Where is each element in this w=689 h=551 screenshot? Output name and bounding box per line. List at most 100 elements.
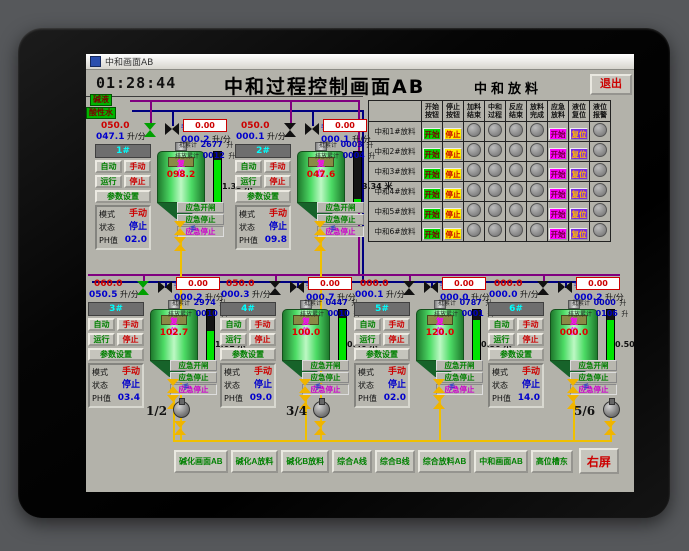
discharge-valve-icon[interactable] xyxy=(567,379,579,393)
row-reset-button[interactable]: 复位 xyxy=(570,228,588,240)
params-button[interactable]: 参数设置 xyxy=(488,348,544,361)
mode-value: 手动 xyxy=(268,209,287,219)
inlet-valve-icon[interactable] xyxy=(284,123,296,137)
inlet-valve-icon[interactable] xyxy=(137,281,149,295)
row-start-button[interactable]: 开始 xyxy=(423,148,441,160)
stop-button[interactable]: 停止 xyxy=(249,333,276,346)
flow-setpoint: 060.0 xyxy=(94,279,123,289)
nav-screen-button[interactable]: 综合B线 xyxy=(374,449,415,473)
row-emergency-button[interactable]: 开始 xyxy=(549,228,567,240)
auto-button[interactable]: 自动 xyxy=(88,318,115,331)
stop-button[interactable]: 停止 xyxy=(517,333,544,346)
discharge-valve-icon[interactable] xyxy=(174,221,186,235)
manual-button[interactable]: 手动 xyxy=(249,318,276,331)
stop-button[interactable]: 停止 xyxy=(264,175,291,188)
pump-pair-label: 1/2 xyxy=(146,404,168,418)
auto-button[interactable]: 自动 xyxy=(354,318,381,331)
nav-screen-button[interactable]: 碱化B放料 xyxy=(281,449,330,473)
nav-screen-button[interactable]: 高位槽东 xyxy=(530,449,573,473)
discharge-valve-icon[interactable] xyxy=(299,379,311,393)
discharge-valve-icon[interactable] xyxy=(167,379,179,393)
auto-button[interactable]: 自动 xyxy=(488,318,515,331)
run-button[interactable]: 运行 xyxy=(235,175,262,188)
nav-screen-button[interactable]: 综合放料AB xyxy=(417,449,472,473)
auto-button[interactable]: 自动 xyxy=(95,160,122,173)
emergency-open-button[interactable]: 应急开闸 xyxy=(317,202,364,213)
discharge-valve-icon[interactable] xyxy=(174,237,186,251)
feed-valve-icon[interactable] xyxy=(305,123,319,135)
row-stop-button[interactable]: 停止 xyxy=(444,228,462,240)
row-emergency-button[interactable]: 开始 xyxy=(549,148,567,160)
stop-button[interactable]: 停止 xyxy=(124,175,151,188)
manual-button[interactable]: 手动 xyxy=(124,160,151,173)
discharge-valve-icon[interactable] xyxy=(433,395,445,409)
row-stop-button[interactable]: 停止 xyxy=(444,208,462,220)
discharge-valve-icon[interactable] xyxy=(314,237,326,251)
row-stop-button[interactable]: 停止 xyxy=(444,188,462,200)
params-button[interactable]: 参数设置 xyxy=(220,348,276,361)
emergency-open-button[interactable]: 应急开闸 xyxy=(436,360,483,371)
auto-button[interactable]: 自动 xyxy=(235,160,262,173)
inlet-valve-icon[interactable] xyxy=(269,281,281,295)
row-reset-button[interactable]: 复位 xyxy=(570,128,588,140)
discharge-valve-icon[interactable] xyxy=(314,221,326,235)
feed-valve-icon[interactable] xyxy=(558,281,572,293)
emergency-open-button[interactable]: 应急开闸 xyxy=(570,360,617,371)
discharge-valve-icon[interactable] xyxy=(433,379,445,393)
run-button[interactable]: 运行 xyxy=(88,333,115,346)
emergency-open-button[interactable]: 应急开闸 xyxy=(177,202,224,213)
run-button[interactable]: 运行 xyxy=(354,333,381,346)
nav-screen-button[interactable]: 碱化画面AB xyxy=(174,449,228,473)
flow-setpoint: 050.0 xyxy=(101,121,130,131)
params-button[interactable]: 参数设置 xyxy=(235,190,291,203)
stop-button[interactable]: 停止 xyxy=(383,333,410,346)
right-screen-button[interactable]: 右屏 xyxy=(578,448,619,474)
emergency-open-button[interactable]: 应急开闸 xyxy=(170,360,217,371)
manifold-valve-icon[interactable] xyxy=(604,421,616,435)
row-reset-button[interactable]: 复位 xyxy=(570,168,588,180)
manual-button[interactable]: 手动 xyxy=(264,160,291,173)
manual-button[interactable]: 手动 xyxy=(117,318,144,331)
feed-valve-icon[interactable] xyxy=(424,281,438,293)
run-button[interactable]: 运行 xyxy=(488,333,515,346)
discharge-counter: 排放累计 0010 升 xyxy=(300,309,360,318)
feed-valve-icon[interactable] xyxy=(165,123,179,135)
emergency-open-button[interactable]: 应急开闸 xyxy=(302,360,349,371)
row-start-button[interactable]: 开始 xyxy=(423,188,441,200)
row-emergency-button[interactable]: 开始 xyxy=(549,128,567,140)
run-button[interactable]: 运行 xyxy=(220,333,247,346)
row-start-button[interactable]: 开始 xyxy=(423,208,441,220)
row-start-button[interactable]: 开始 xyxy=(423,228,441,240)
inlet-valve-icon[interactable] xyxy=(144,123,156,137)
row-reset-button[interactable]: 复位 xyxy=(570,208,588,220)
run-button[interactable]: 运行 xyxy=(95,175,122,188)
manual-button[interactable]: 手动 xyxy=(517,318,544,331)
stop-button[interactable]: 停止 xyxy=(117,333,144,346)
row-reset-button[interactable]: 复位 xyxy=(570,188,588,200)
row-stop-button[interactable]: 停止 xyxy=(444,148,462,160)
params-button[interactable]: 参数设置 xyxy=(88,348,144,361)
params-button[interactable]: 参数设置 xyxy=(95,190,151,203)
nav-screen-button[interactable]: 碱化A放料 xyxy=(230,449,279,473)
row-emergency-button[interactable]: 开始 xyxy=(549,208,567,220)
inlet-valve-icon[interactable] xyxy=(537,281,549,295)
inlet-valve-icon[interactable] xyxy=(403,281,415,295)
row-start-button[interactable]: 开始 xyxy=(423,128,441,140)
manifold-valve-icon[interactable] xyxy=(174,421,186,435)
manual-button[interactable]: 手动 xyxy=(383,318,410,331)
row-stop-button[interactable]: 停止 xyxy=(444,128,462,140)
feed-valve-icon[interactable] xyxy=(290,281,304,293)
flow-actual: 050.5 升/分 xyxy=(89,290,139,300)
auto-button[interactable]: 自动 xyxy=(220,318,247,331)
nav-screen-button[interactable]: 综合A线 xyxy=(332,449,372,473)
row-emergency-button[interactable]: 开始 xyxy=(549,188,567,200)
row-stop-button[interactable]: 停止 xyxy=(444,168,462,180)
row-start-button[interactable]: 开始 xyxy=(423,168,441,180)
manifold-valve-icon[interactable] xyxy=(314,421,326,435)
params-button[interactable]: 参数设置 xyxy=(354,348,410,361)
exit-button[interactable]: 退出 xyxy=(590,74,632,95)
nav-screen-button[interactable]: 中和画面AB xyxy=(474,449,528,473)
row-reset-button[interactable]: 复位 xyxy=(570,148,588,160)
row-emergency-button[interactable]: 开始 xyxy=(549,168,567,180)
feed-valve-icon[interactable] xyxy=(158,281,172,293)
